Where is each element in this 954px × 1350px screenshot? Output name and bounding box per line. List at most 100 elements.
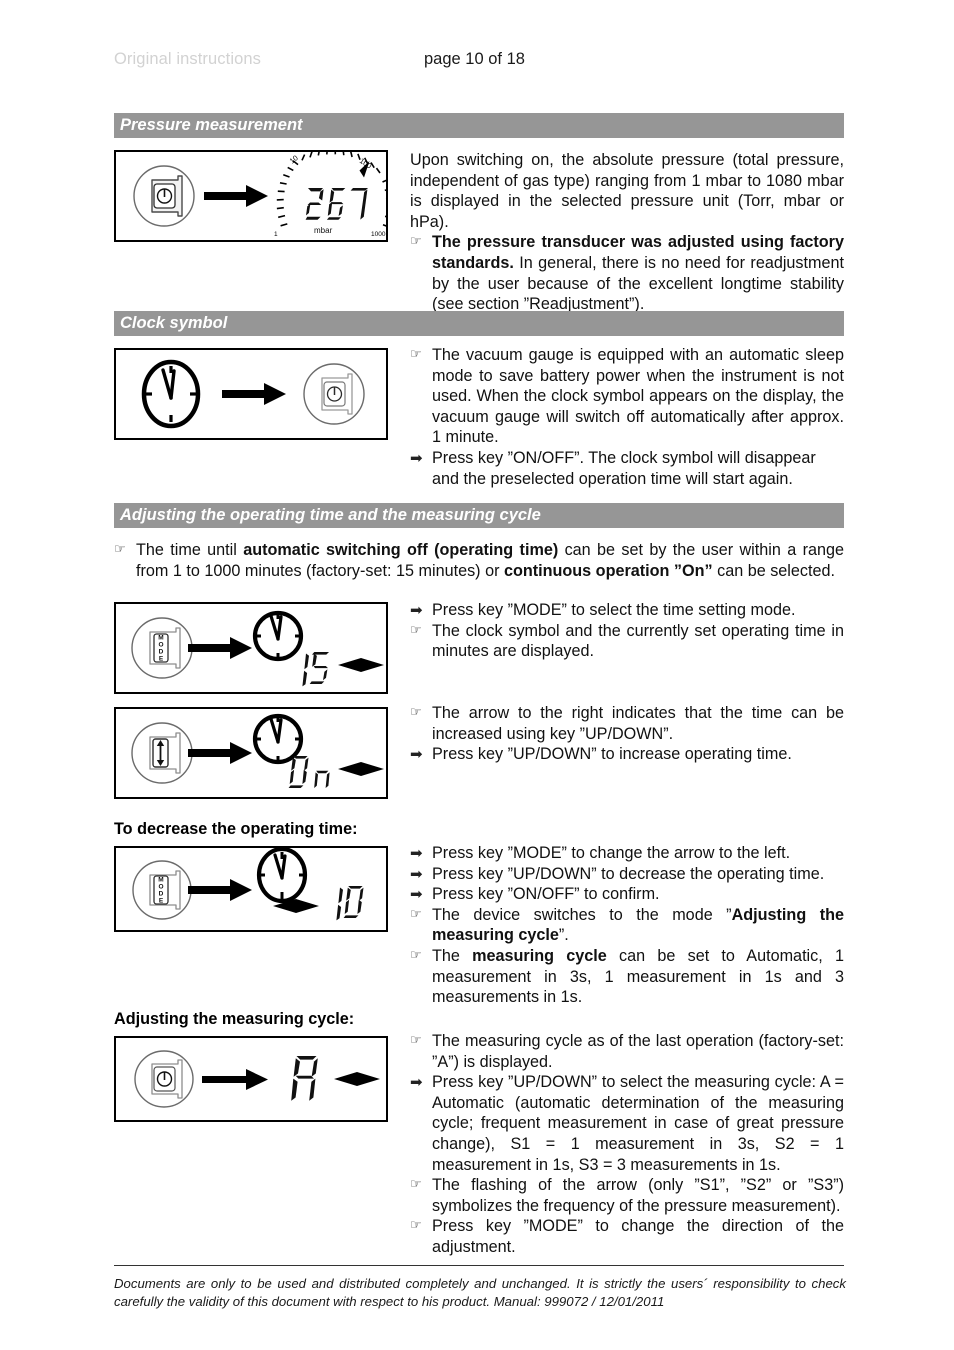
clock-icon <box>256 848 308 904</box>
bullet-press-mode: ➡ Press key ”MODE” to select the time se… <box>410 600 844 621</box>
action-bullet-icon: ➡ <box>410 885 423 904</box>
bullet-operating-time-range: ☞ The time until automatic switching off… <box>114 540 844 581</box>
transition-arrow-icon <box>188 879 252 901</box>
page-number-label: page 10 of 18 <box>424 50 525 68</box>
figure-onoff-a-svg <box>134 1050 380 1108</box>
transition-arrow-icon <box>202 1069 268 1090</box>
figure-pressure-svg: 1 10 100 1000 mbar <box>133 152 386 238</box>
info-bullet-icon: ☞ <box>410 906 422 922</box>
bullet-text: Press key ”UP/DOWN” to increase operatin… <box>432 745 792 764</box>
text-decrease-operating-time: ➡ Press key ”MODE” to change the arrow t… <box>410 843 844 1008</box>
text-updown-on: ☞ The arrow to the right indicates that … <box>410 703 844 765</box>
bullet-press-mode-direction: ☞ Press key ”MODE” to change the directi… <box>410 1216 844 1257</box>
bullet-text: Press key ”MODE” to select the time sett… <box>432 601 796 619</box>
bullet-text: The vacuum gauge is equipped with an aut… <box>432 346 844 447</box>
bullet-text: The flashing of the arrow (only ”S1”, ”S… <box>432 1176 844 1215</box>
bullet-text: The measuring cycle as of the last opera… <box>432 1032 844 1071</box>
bullet-text: Press key ”UP/DOWN” to decrease the oper… <box>432 864 825 883</box>
clock-icon <box>252 610 304 662</box>
section-heading-pressure-measurement: Pressure measurement <box>114 113 844 138</box>
action-bullet-icon: ➡ <box>410 1073 423 1092</box>
lcd-gauge-display: 1 10 100 1000 mbar <box>274 152 386 238</box>
svg-text:M: M <box>158 877 163 884</box>
gauge-unit-label: mbar <box>314 226 333 235</box>
bullet-text: Press key ”MODE” to change the arrow to … <box>432 844 791 862</box>
bullet-text: The pressure transducer was adjusted usi… <box>432 233 844 314</box>
action-bullet-icon: ➡ <box>410 864 423 883</box>
bullet-press-mode-arrow-left: ➡ Press key ”MODE” to change the arrow t… <box>410 843 844 864</box>
text-pressure-measurement: Upon switching on, the absolute pressure… <box>410 150 844 315</box>
onoff-key-icon <box>303 363 365 425</box>
bullet-clock-and-time-displayed: ☞ The clock symbol and the currently set… <box>410 621 844 662</box>
bullet-measuring-cycle-options: ☞ The measuring cycle can be set to Auto… <box>410 946 844 1008</box>
figure-onoff-a <box>114 1036 388 1122</box>
info-bullet-icon: ☞ <box>410 622 422 638</box>
lcd-value-on <box>288 756 330 788</box>
transition-arrow-icon <box>204 185 268 207</box>
info-bullet-icon: ☞ <box>410 947 422 963</box>
figure-mode-10-svg: M O D E <box>132 848 364 921</box>
lcd-value-a <box>291 1056 318 1101</box>
bullet-text: The measuring cycle can be set to Automa… <box>432 946 844 1007</box>
mode-key-icon: M O D E <box>132 860 192 920</box>
mode-key-icon: M O D E <box>131 617 193 679</box>
footer-disclaimer: Documents are only to be used and distri… <box>114 1276 846 1309</box>
svg-text:D: D <box>159 891 164 898</box>
svg-text:O: O <box>158 884 163 891</box>
bullet-press-updown-decrease: ➡ Press key ”UP/DOWN” to decrease the op… <box>410 864 844 885</box>
action-bullet-icon: ➡ <box>410 745 423 764</box>
bullet-flashing-arrow: ☞ The flashing of the arrow (only ”S1”, … <box>410 1175 844 1216</box>
action-bullet-icon: ➡ <box>410 448 423 467</box>
document-page: Original instructions page 10 of 18 Pres… <box>0 0 954 1350</box>
transition-arrow-icon <box>222 383 286 405</box>
text-adjusting-intro: ☞ The time until automatic switching off… <box>114 540 844 581</box>
transition-arrow-icon <box>188 637 252 659</box>
svg-text:D: D <box>159 649 164 656</box>
bullet-pressure-transducer: ☞ The pressure transducer was adjusted u… <box>410 232 844 314</box>
info-bullet-icon: ☞ <box>410 234 422 250</box>
bullet-text: Press key ”MODE” to change the direction… <box>432 1217 844 1256</box>
figure-updown-on-svg <box>131 713 384 788</box>
subheading-adjusting-measuring-cycle: Adjusting the measuring cycle: <box>114 1010 355 1028</box>
text-measuring-cycle: ☞ The measuring cycle as of the last ope… <box>410 1031 844 1258</box>
bullet-device-switches-mode: ☞ The device switches to the mode ”Adjus… <box>410 905 844 946</box>
info-bullet-icon: ☞ <box>410 1177 422 1193</box>
info-bullet-icon: ☞ <box>410 1033 422 1048</box>
onoff-key-icon <box>134 1050 194 1108</box>
direction-arrow-right-icon <box>334 1072 380 1086</box>
figure-clock-symbol <box>114 348 388 440</box>
bullet-text: The clock symbol and the currently set o… <box>432 621 844 661</box>
info-bullet-icon: ☞ <box>410 347 422 362</box>
svg-text:E: E <box>159 656 164 663</box>
section-heading-clock-symbol: Clock symbol <box>114 311 844 336</box>
figure-updown-on <box>114 707 388 799</box>
bullet-press-updown-select-cycle: ➡ Press key ”UP/DOWN” to select the meas… <box>410 1072 844 1175</box>
gauge-label-1000: 1000 <box>371 231 386 238</box>
text-clock-symbol: ☞ The vacuum gauge is equipped with an a… <box>410 345 844 489</box>
clock-icon <box>141 359 201 429</box>
subheading-decrease-operating-time: To decrease the operating time: <box>114 820 358 838</box>
header-original-instructions: Original instructions <box>114 50 261 68</box>
page-header: Original instructions page 10 of 18 <box>114 50 844 76</box>
onoff-key-icon <box>133 165 195 227</box>
section-heading-adjusting-operating-time: Adjusting the operating time and the mea… <box>114 503 844 528</box>
figure-mode-15-svg: M O D E <box>131 610 384 687</box>
bullet-press-onoff: ➡ Press key ”ON/OFF”. The clock symbol w… <box>410 448 844 489</box>
info-bullet-icon: ☞ <box>410 1218 422 1234</box>
text-mode-15: ➡ Press key ”MODE” to select the time se… <box>410 600 844 662</box>
bullet-text: The arrow to the right indicates that th… <box>432 704 844 743</box>
gauge-label-1: 1 <box>274 231 278 238</box>
info-bullet-icon: ☞ <box>114 542 126 557</box>
direction-arrow-right-icon <box>338 658 384 672</box>
gauge-value-digits <box>305 188 368 220</box>
action-bullet-icon: ➡ <box>410 601 423 619</box>
footer-divider <box>114 1265 844 1266</box>
figure-clock-svg <box>141 359 365 429</box>
bullet-text: Press key ”ON/OFF” to confirm. <box>432 885 660 904</box>
bullet-text: The device switches to the mode ”Adjusti… <box>432 905 844 945</box>
clock-icon <box>252 713 304 765</box>
bullet-arrow-right-increase: ☞ The arrow to the right indicates that … <box>410 703 844 744</box>
lcd-value-15 <box>302 652 329 687</box>
bullet-press-updown-increase: ➡ Press key ”UP/DOWN” to increase operat… <box>410 744 844 765</box>
info-bullet-icon: ☞ <box>410 705 422 720</box>
